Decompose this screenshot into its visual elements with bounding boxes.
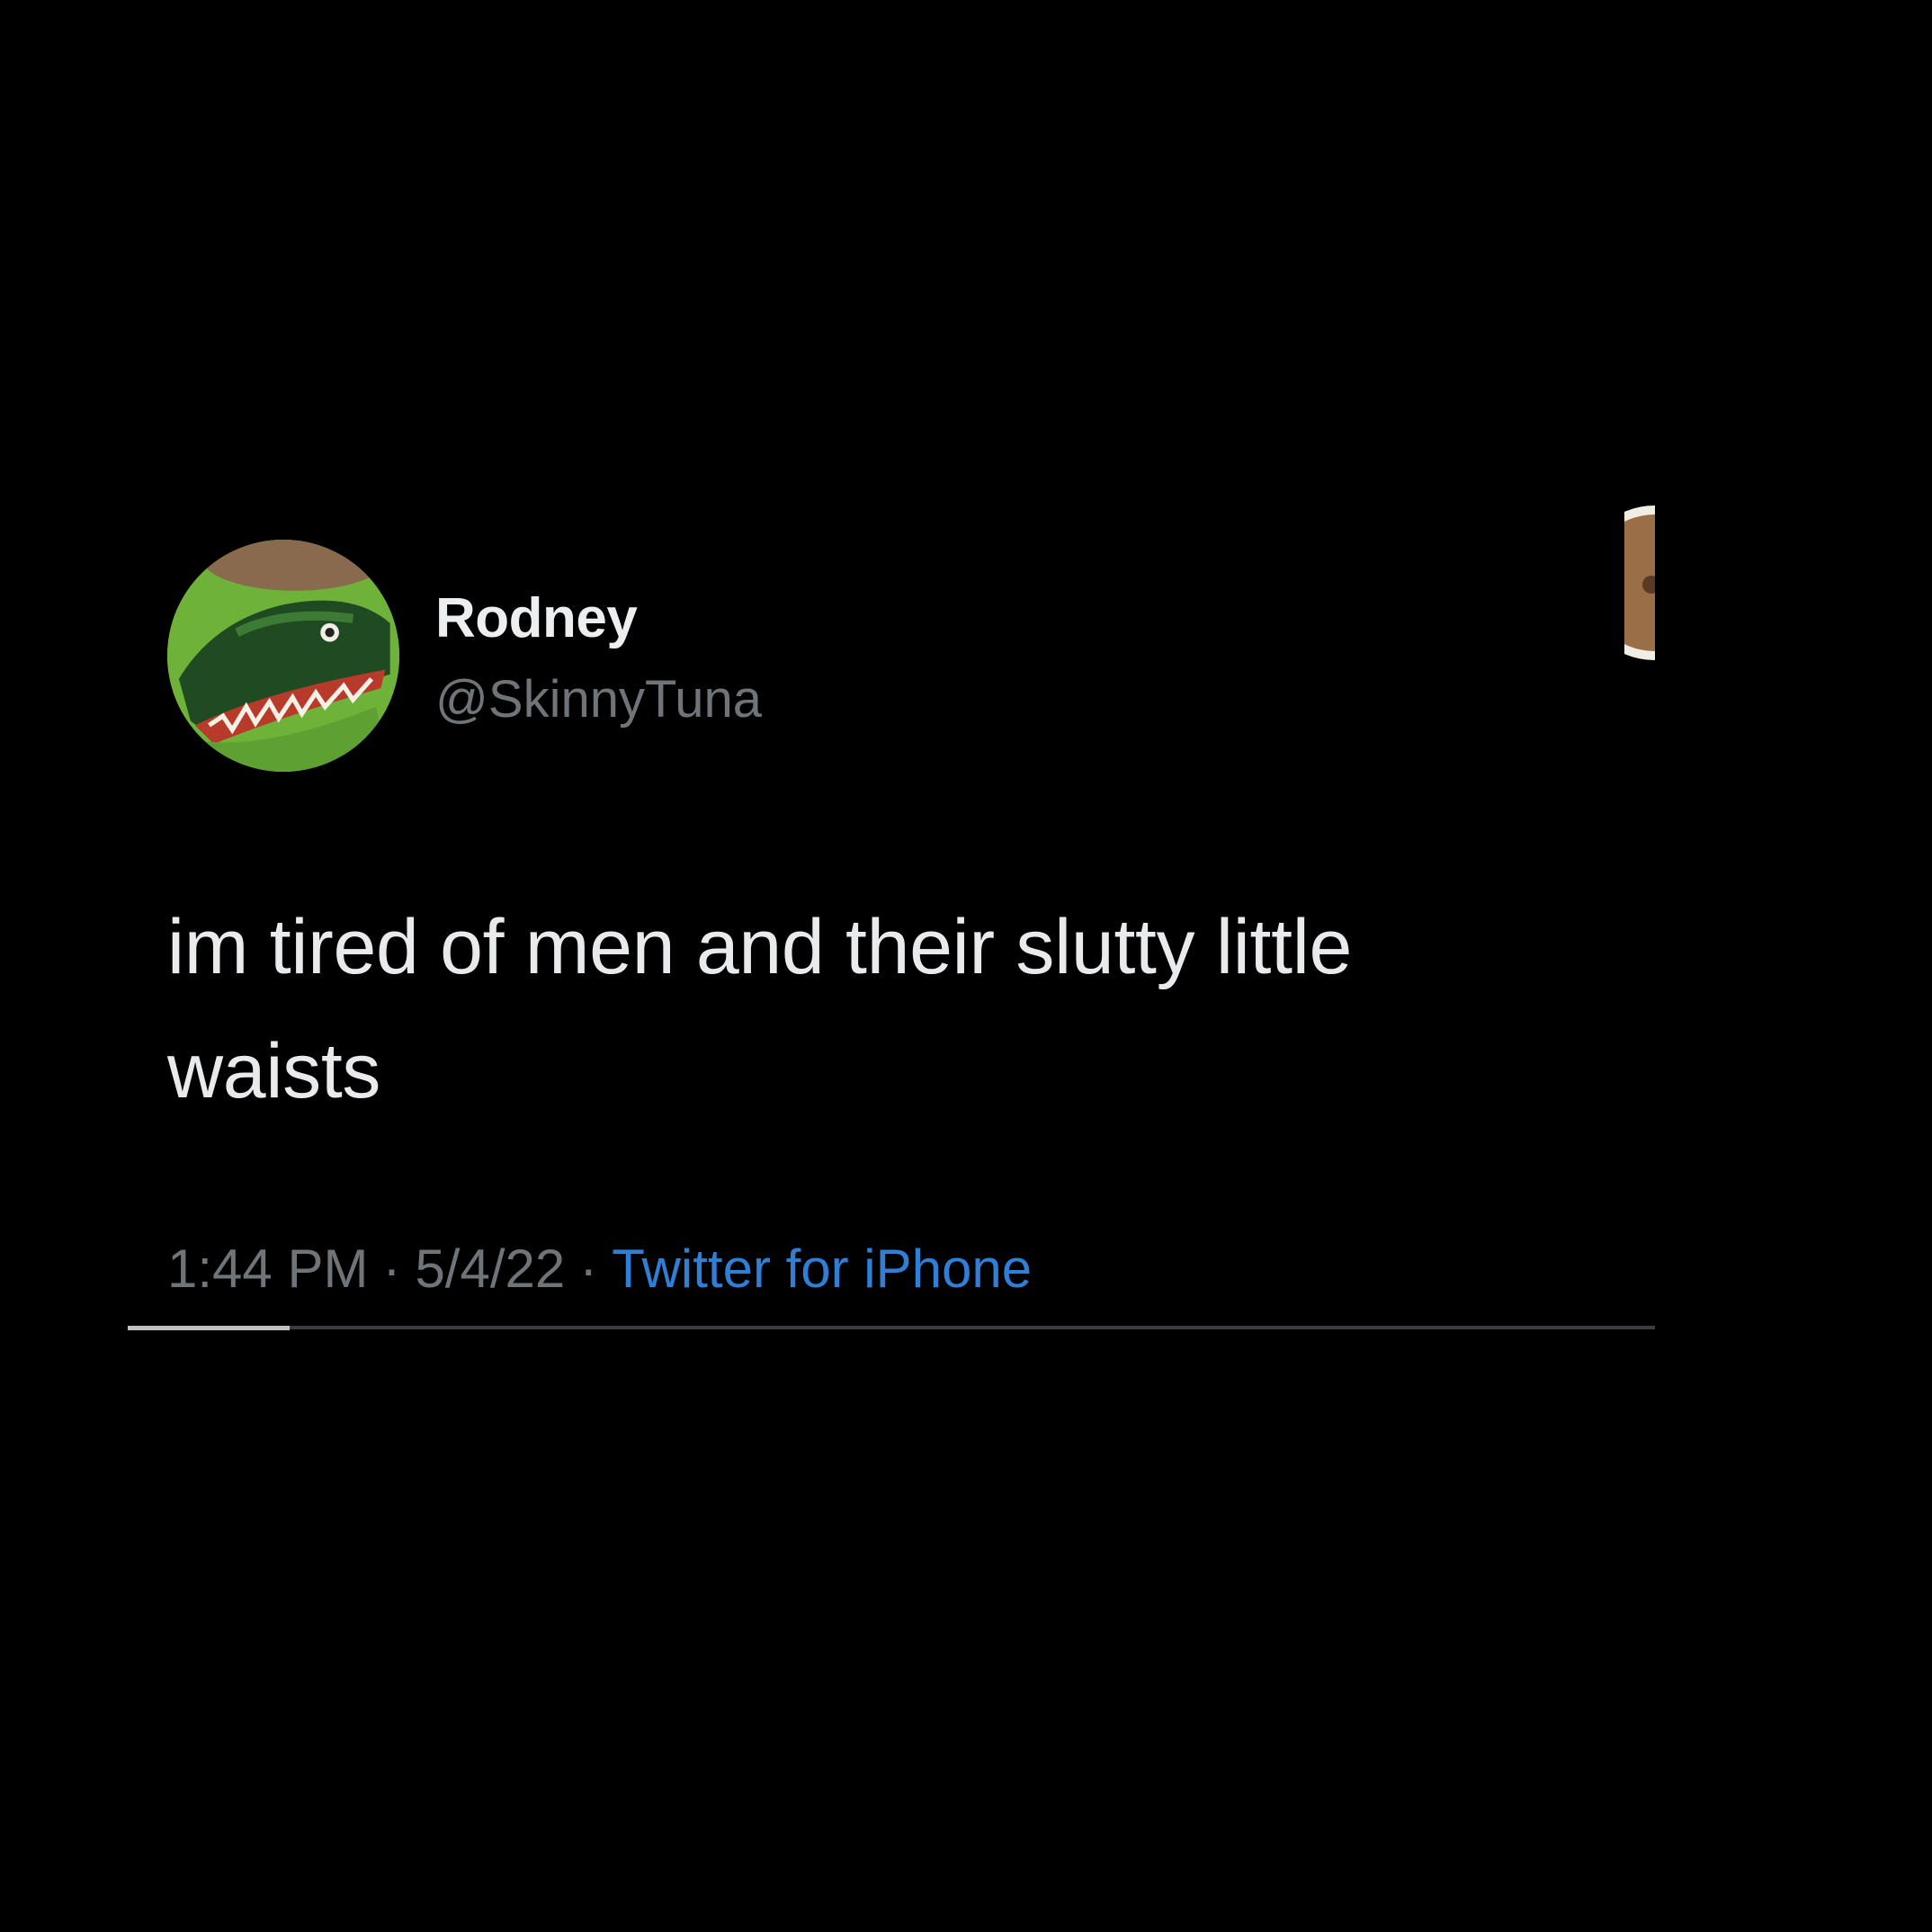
tweet-text-line: waists	[167, 1028, 381, 1114]
tweet-meta: 1:44 PM · 5/4/22 · Twitter for iPhone	[167, 1238, 1032, 1300]
display-name[interactable]: Rodney	[435, 586, 638, 650]
tweet-date[interactable]: 5/4/22	[415, 1239, 565, 1299]
user-handle[interactable]: @SkinnyTuna	[435, 669, 762, 729]
tweet-text: im tired of men and their slutty little …	[167, 885, 1696, 1133]
tweet-source-link[interactable]: Twitter for iPhone	[612, 1239, 1032, 1299]
divider	[128, 1326, 1655, 1329]
meta-separator: ·	[579, 1239, 598, 1299]
meta-separator: ·	[382, 1239, 401, 1299]
partial-avatar-icon[interactable]	[1624, 504, 1655, 662]
dinosaur-avatar-icon[interactable]	[167, 540, 399, 772]
tweet-card: Rodney @SkinnyTuna im tired of men and t…	[0, 0, 1932, 1932]
divider-highlight	[128, 1326, 290, 1330]
tweet-time[interactable]: 1:44 PM	[167, 1239, 368, 1299]
tweet-text-line: im tired of men and their slutty little	[167, 904, 1353, 990]
